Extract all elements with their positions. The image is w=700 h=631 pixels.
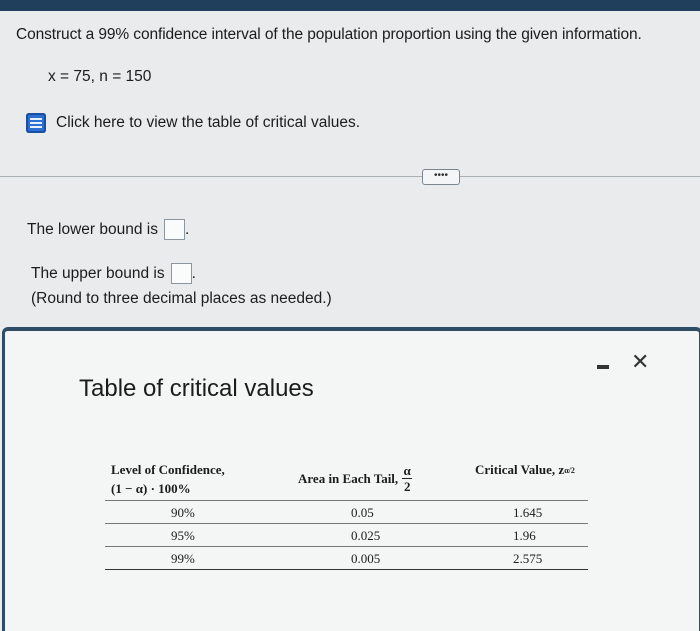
- upper-bound-input[interactable]: [170, 263, 192, 284]
- level-cell: 95%: [171, 528, 195, 543]
- lower-bound-row: The lower bound is .: [27, 219, 189, 240]
- level-header-line2: (1 − α) · 100%: [111, 481, 191, 496]
- fraction-numerator: α: [403, 463, 411, 478]
- area-header: Area in Each Tail, α 2: [298, 463, 413, 494]
- period: .: [191, 264, 196, 282]
- given-values: x = 75, n = 150: [48, 68, 152, 85]
- lower-bound-label: The lower bound is: [27, 220, 158, 238]
- divider: [0, 176, 700, 177]
- table-row: 95% 0.025 1.96: [105, 523, 588, 546]
- level-cell: 90%: [171, 505, 195, 520]
- question-prompt: Construct a 99% confidence interval of t…: [16, 26, 642, 43]
- upper-bound-row: The upper bound is .: [31, 263, 196, 284]
- critical-cell: 1.645: [513, 505, 543, 520]
- help-row[interactable]: Click here to view the table of critical…: [26, 110, 360, 136]
- level-cell: 99%: [171, 551, 195, 566]
- critical-cell: 1.96: [513, 528, 536, 543]
- level-header: Level of Confidence, (1 − α) · 100%: [111, 460, 225, 498]
- area-cell: 0.05: [351, 505, 374, 520]
- critical-header: Critical Value, z α/2: [475, 462, 575, 478]
- critical-header-label: Critical Value, z: [475, 462, 565, 477]
- dialog-title: Table of critical values: [79, 375, 314, 402]
- table-row: 99% 0.005 2.575: [105, 546, 588, 570]
- fraction-denominator: 2: [403, 479, 411, 494]
- top-bar: [0, 0, 700, 11]
- critical-cell: 2.575: [513, 551, 543, 566]
- period: .: [184, 220, 190, 238]
- upper-bound-label: The upper bound is: [31, 264, 165, 282]
- close-icon[interactable]: ✕: [631, 349, 649, 375]
- area-cell: 0.025: [351, 528, 381, 543]
- critical-values-link[interactable]: Click here to view the table of critical…: [56, 114, 360, 132]
- critical-values-dialog: Table of critical values ✕ Level of Conf…: [2, 327, 700, 631]
- table-header: Level of Confidence, (1 − α) · 100% Area…: [105, 436, 588, 500]
- table-row: 90% 0.05 1.645: [105, 500, 588, 523]
- more-options-button[interactable]: ••••: [422, 169, 460, 185]
- critical-values-table: Level of Confidence, (1 − α) · 100% Area…: [105, 436, 588, 570]
- rounding-note: (Round to three decimal places as needed…: [31, 290, 332, 307]
- book-icon[interactable]: [26, 113, 46, 133]
- level-header-line1: Level of Confidence,: [111, 462, 225, 477]
- alpha-over-two: α 2: [402, 463, 413, 494]
- lower-bound-input[interactable]: [163, 219, 185, 240]
- area-cell: 0.005: [351, 551, 381, 566]
- minimize-button[interactable]: [597, 365, 609, 369]
- area-header-label: Area in Each Tail,: [298, 470, 399, 486]
- critical-header-subscript: α/2: [564, 465, 575, 475]
